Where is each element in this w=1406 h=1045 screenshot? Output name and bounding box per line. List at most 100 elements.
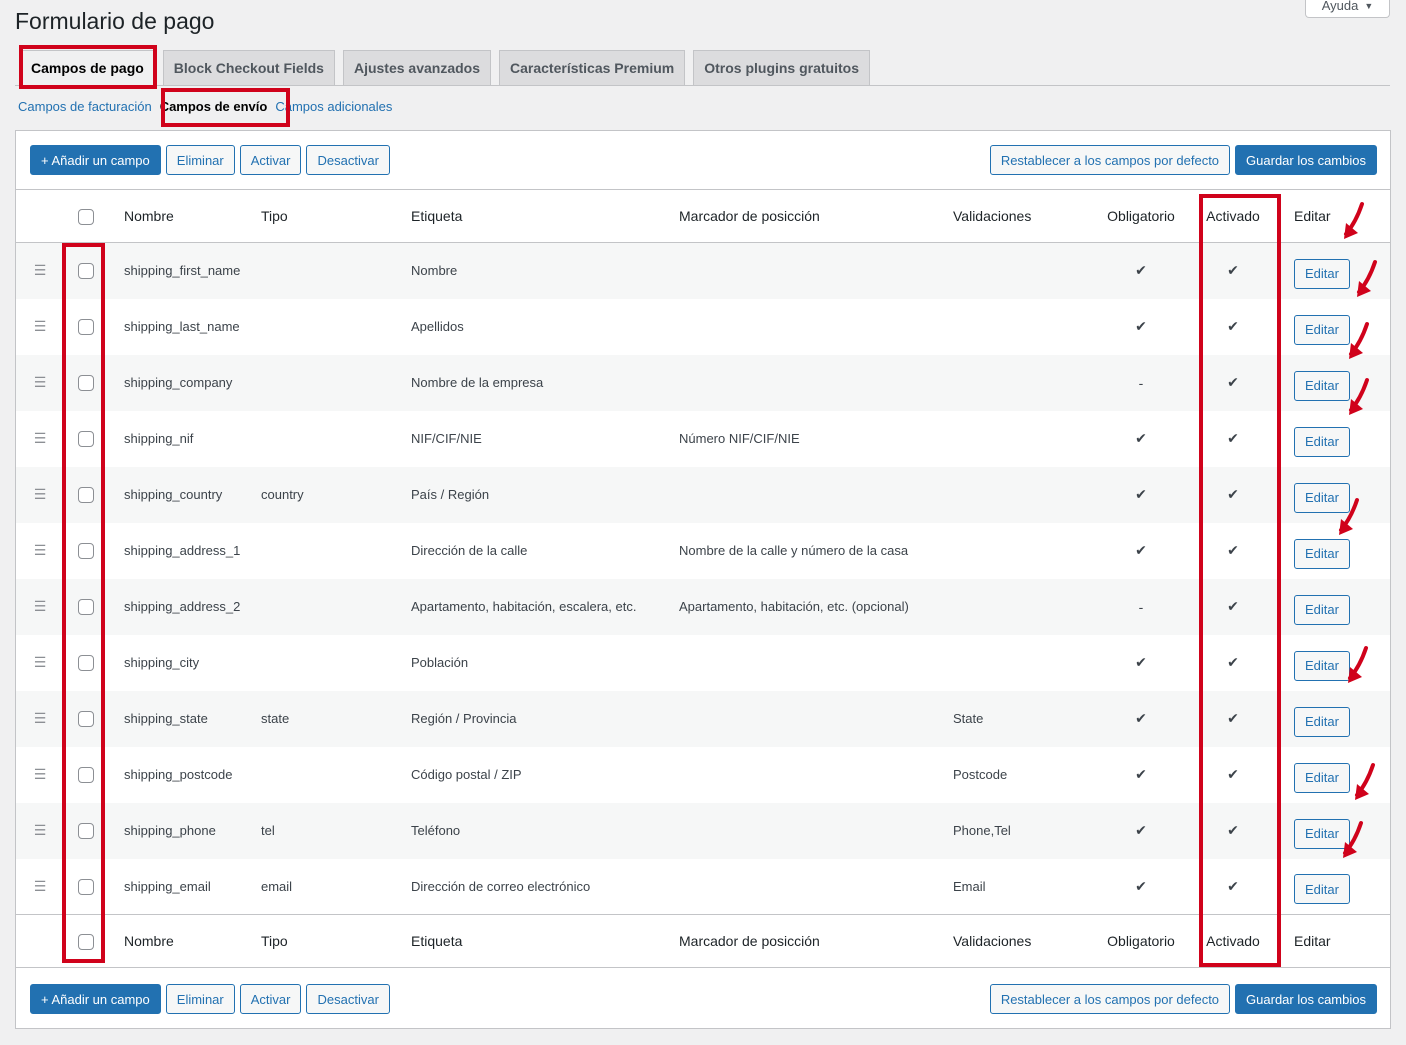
edit-button[interactable]: Editar bbox=[1294, 818, 1350, 849]
edit-button[interactable]: Editar bbox=[1294, 538, 1350, 569]
cell-required: ✔ bbox=[1135, 430, 1147, 446]
activate-button-bottom[interactable]: Activar bbox=[239, 984, 302, 1014]
cell-validation bbox=[953, 411, 1095, 467]
cell-enabled: ✔ bbox=[1227, 598, 1239, 614]
edit-button[interactable]: Editar bbox=[1294, 482, 1350, 513]
cell-label: Región / Provincia bbox=[411, 711, 517, 726]
cell-validation: Postcode bbox=[953, 767, 1008, 782]
delete-button[interactable]: Eliminar bbox=[165, 145, 235, 175]
row-select-cell bbox=[64, 523, 108, 579]
cell-label: Apellidos bbox=[411, 319, 464, 334]
cell-name: shipping_phone bbox=[124, 823, 216, 838]
tab-campos-de-pago[interactable]: Campos de pago bbox=[20, 50, 155, 85]
cell-type bbox=[261, 523, 411, 579]
cell-required: - bbox=[1138, 598, 1144, 615]
tab-otros-plugins[interactable]: Otros plugins gratuitos bbox=[693, 50, 870, 85]
reset-defaults-button[interactable]: Restablecer a los campos por defecto bbox=[989, 145, 1231, 175]
cell-required: ✔ bbox=[1135, 654, 1147, 670]
edit-button[interactable]: Editar bbox=[1294, 874, 1350, 905]
edit-button[interactable]: Editar bbox=[1294, 370, 1350, 401]
edit-button[interactable]: Editar bbox=[1294, 762, 1350, 793]
edit-button[interactable]: Editar bbox=[1294, 706, 1350, 737]
cell-validation bbox=[953, 635, 1095, 691]
add-field-button-bottom[interactable]: + Añadir un campo bbox=[30, 984, 161, 1014]
row-checkbox[interactable] bbox=[78, 822, 94, 839]
header-name: Nombre bbox=[124, 208, 174, 224]
drag-handle-icon[interactable]: ☰ bbox=[16, 635, 64, 691]
cell-placeholder bbox=[679, 243, 953, 299]
subnav-shipping-current[interactable]: Campos de envío bbox=[152, 99, 276, 114]
drag-handle-icon[interactable]: ☰ bbox=[16, 803, 64, 859]
tab-block-checkout-fields[interactable]: Block Checkout Fields bbox=[162, 50, 335, 85]
table-row: ☰ shipping_city Población ✔ ✔ Editar bbox=[16, 635, 1390, 691]
save-changes-button-bottom[interactable]: Guardar los cambios bbox=[1235, 984, 1377, 1014]
edit-button[interactable]: Editar bbox=[1294, 314, 1350, 345]
drag-handle-icon[interactable]: ☰ bbox=[16, 243, 64, 299]
save-changes-button[interactable]: Guardar los cambios bbox=[1235, 145, 1377, 175]
activate-button[interactable]: Activar bbox=[239, 145, 302, 175]
select-all-checkbox-footer[interactable] bbox=[78, 933, 94, 950]
row-checkbox[interactable] bbox=[78, 654, 94, 671]
cell-type bbox=[261, 411, 411, 467]
drag-handle-icon[interactable]: ☰ bbox=[16, 859, 64, 915]
deactivate-button[interactable]: Desactivar bbox=[306, 145, 390, 175]
cell-type bbox=[261, 747, 411, 803]
row-checkbox[interactable] bbox=[78, 430, 94, 447]
cell-enabled: ✔ bbox=[1227, 318, 1239, 334]
edit-button[interactable]: Editar bbox=[1294, 594, 1350, 625]
deactivate-button-bottom[interactable]: Desactivar bbox=[306, 984, 390, 1014]
tab-caracteristicas-premium[interactable]: Características Premium bbox=[499, 50, 686, 85]
delete-button-bottom[interactable]: Eliminar bbox=[165, 984, 235, 1014]
reset-defaults-button-bottom[interactable]: Restablecer a los campos por defecto bbox=[989, 984, 1231, 1014]
row-checkbox[interactable] bbox=[78, 766, 94, 783]
drag-handle-icon[interactable]: ☰ bbox=[16, 467, 64, 523]
cell-enabled: ✔ bbox=[1227, 486, 1239, 502]
table-row: ☰ shipping_address_2 Apartamento, habitaci… bbox=[16, 578, 1390, 635]
drag-handle-icon[interactable]: ☰ bbox=[16, 411, 64, 467]
row-checkbox[interactable] bbox=[78, 878, 94, 895]
table-row: ☰ shipping_email email Dirección de correo … bbox=[16, 859, 1390, 915]
drag-handle-icon[interactable]: ☰ bbox=[16, 355, 64, 411]
row-checkbox[interactable] bbox=[78, 318, 94, 335]
edit-button[interactable]: Editar bbox=[1294, 426, 1350, 457]
cell-type bbox=[261, 355, 411, 411]
drag-handle-icon[interactable]: ☰ bbox=[16, 691, 64, 747]
drag-handle-icon[interactable]: ☰ bbox=[16, 299, 64, 355]
cell-label: Teléfono bbox=[411, 823, 461, 838]
caret-down-icon: ▼ bbox=[1364, 0, 1374, 11]
drag-handle-icon[interactable]: ☰ bbox=[16, 523, 64, 579]
cell-placeholder bbox=[679, 691, 953, 747]
cell-validation bbox=[953, 355, 1095, 411]
cell-name: shipping_last_name bbox=[124, 319, 240, 334]
row-checkbox[interactable] bbox=[78, 486, 94, 503]
cell-type bbox=[261, 579, 411, 635]
cell-edit: Editar bbox=[1279, 243, 1390, 299]
row-checkbox[interactable] bbox=[78, 374, 94, 391]
row-checkbox[interactable] bbox=[78, 598, 94, 615]
cell-name: shipping_state bbox=[124, 711, 208, 726]
header-label: Etiqueta bbox=[411, 208, 463, 224]
page-title: Formulario de pago bbox=[15, 8, 215, 34]
subnav-billing-link[interactable]: Campos de facturación bbox=[18, 99, 152, 114]
row-checkbox[interactable] bbox=[78, 542, 94, 559]
table-footer-row: Nombre Tipo Etiqueta Marcador de posicci… bbox=[16, 914, 1390, 968]
footer-validations: Validaciones bbox=[953, 933, 1032, 949]
subnav-additional-link[interactable]: Campos adicionales bbox=[275, 99, 392, 114]
cell-name: shipping_city bbox=[124, 655, 200, 670]
drag-handle-icon[interactable]: ☰ bbox=[16, 579, 64, 635]
help-button[interactable]: Ayuda ▼ bbox=[1305, 0, 1390, 18]
add-field-button[interactable]: + Añadir un campo bbox=[30, 145, 161, 175]
tab-ajustes-avanzados[interactable]: Ajustes avanzados bbox=[342, 50, 492, 85]
footer-name: Nombre bbox=[124, 933, 174, 949]
cell-placeholder bbox=[679, 803, 953, 859]
row-checkbox[interactable] bbox=[78, 263, 94, 280]
cell-label: País / Región bbox=[411, 487, 490, 502]
table-row: ☰ shipping_nif NIF/CIF/NIE Número NIF/CIF/N… bbox=[16, 411, 1390, 467]
drag-handle-icon[interactable]: ☰ bbox=[16, 747, 64, 803]
edit-button[interactable]: Editar bbox=[1294, 258, 1350, 289]
cell-name: shipping_postcode bbox=[124, 767, 233, 782]
cell-enabled: ✔ bbox=[1227, 654, 1239, 670]
select-all-checkbox[interactable] bbox=[78, 208, 94, 225]
edit-button[interactable]: Editar bbox=[1294, 650, 1350, 681]
row-checkbox[interactable] bbox=[78, 710, 94, 727]
